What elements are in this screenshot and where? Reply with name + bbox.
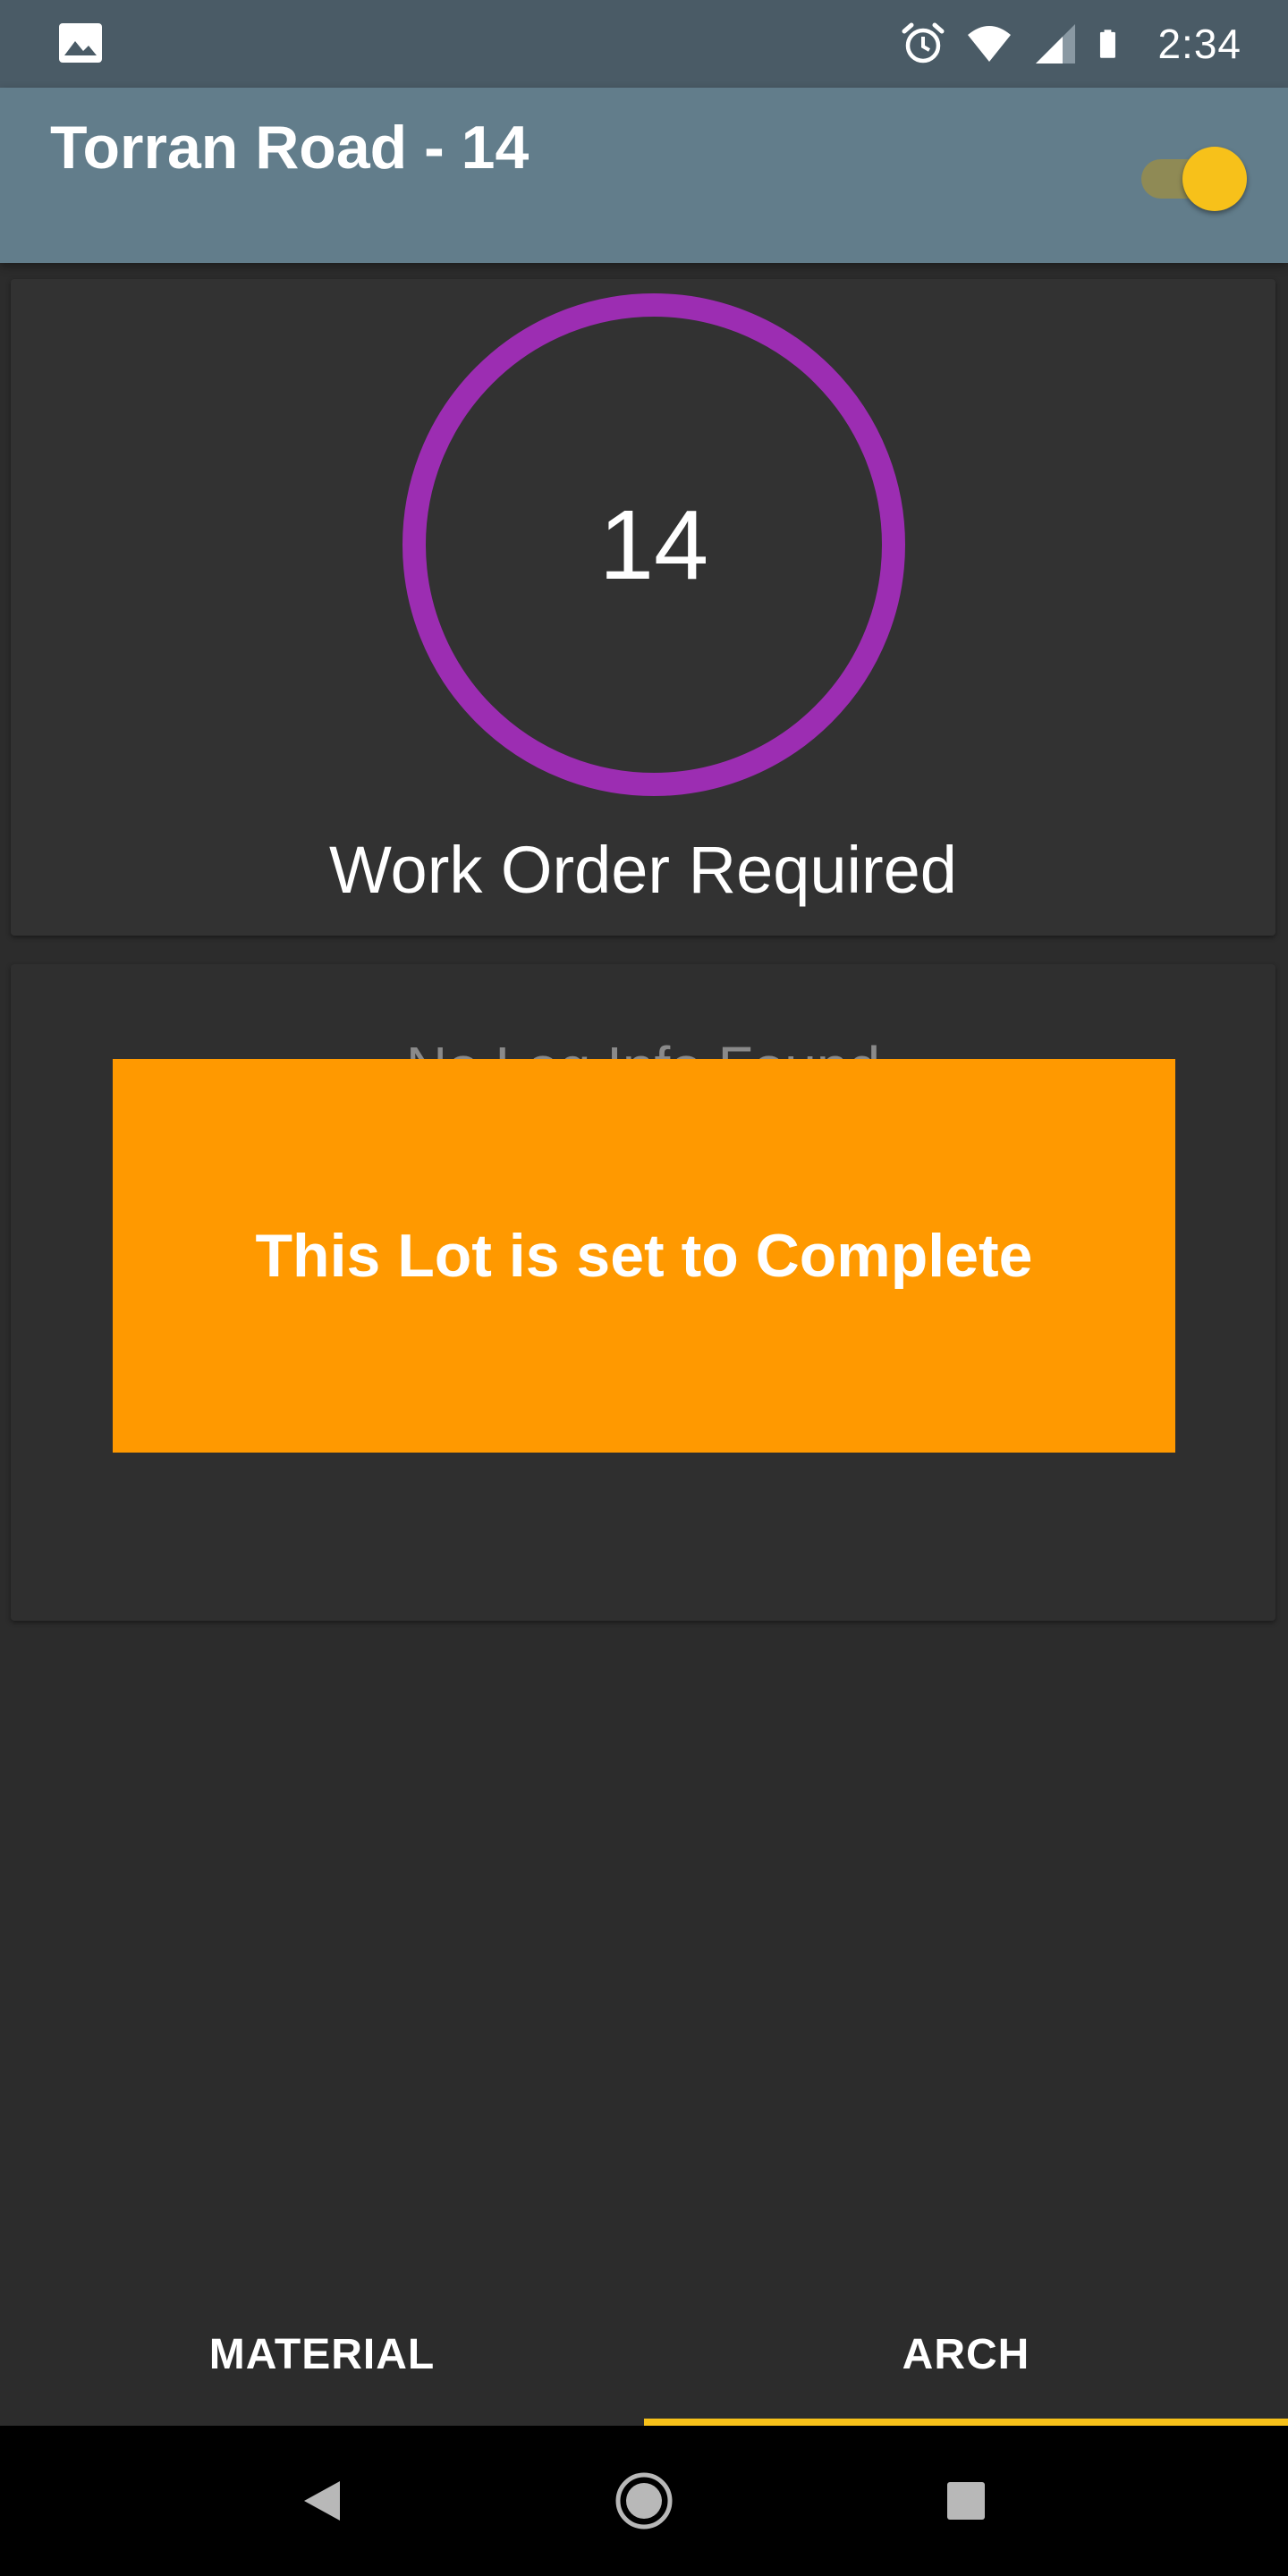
alarm-icon: [902, 22, 945, 64]
status-bar: 2:34: [0, 0, 1288, 88]
status-toast: This Lot is set to Complete: [113, 1059, 1175, 1453]
work-order-count: 14: [598, 489, 709, 600]
app-bar: Torran Road - 14: [0, 88, 1288, 263]
toast-message: This Lot is set to Complete: [255, 1222, 1033, 1290]
complete-toggle[interactable]: [1141, 143, 1249, 211]
tab-bar: MATERIAL ARCH: [0, 2283, 1288, 2426]
tab-material[interactable]: MATERIAL: [0, 2283, 644, 2426]
tab-material-label: MATERIAL: [208, 2330, 436, 2378]
wifi-icon: [968, 26, 1012, 62]
work-order-label: Work Order Required: [329, 833, 957, 907]
screen: 2:34 Torran Road - 14 14 Work Order Requ…: [0, 0, 1288, 2576]
status-icons: 2:34: [900, 0, 1241, 88]
gallery-icon: [59, 23, 102, 63]
navigation-bar: [0, 2426, 1288, 2576]
progress-ring: 14: [402, 293, 905, 796]
home-button[interactable]: [608, 2465, 680, 2537]
back-icon: [304, 2481, 340, 2521]
battery-icon: [1100, 30, 1116, 58]
work-order-card: 14 Work Order Required: [11, 279, 1275, 936]
signal-icon: [1036, 24, 1076, 64]
tab-arch-label: ARCH: [902, 2330, 1030, 2378]
toggle-thumb: [1182, 147, 1247, 211]
back-button[interactable]: [286, 2465, 358, 2537]
tab-selected-indicator: [644, 2419, 1288, 2426]
page-title: Torran Road - 14: [50, 114, 530, 182]
tab-arch[interactable]: ARCH: [644, 2283, 1288, 2426]
recents-button[interactable]: [930, 2465, 1002, 2537]
recents-icon: [947, 2482, 985, 2520]
clock: 2:34: [1157, 21, 1241, 67]
home-icon: [615, 2472, 673, 2529]
